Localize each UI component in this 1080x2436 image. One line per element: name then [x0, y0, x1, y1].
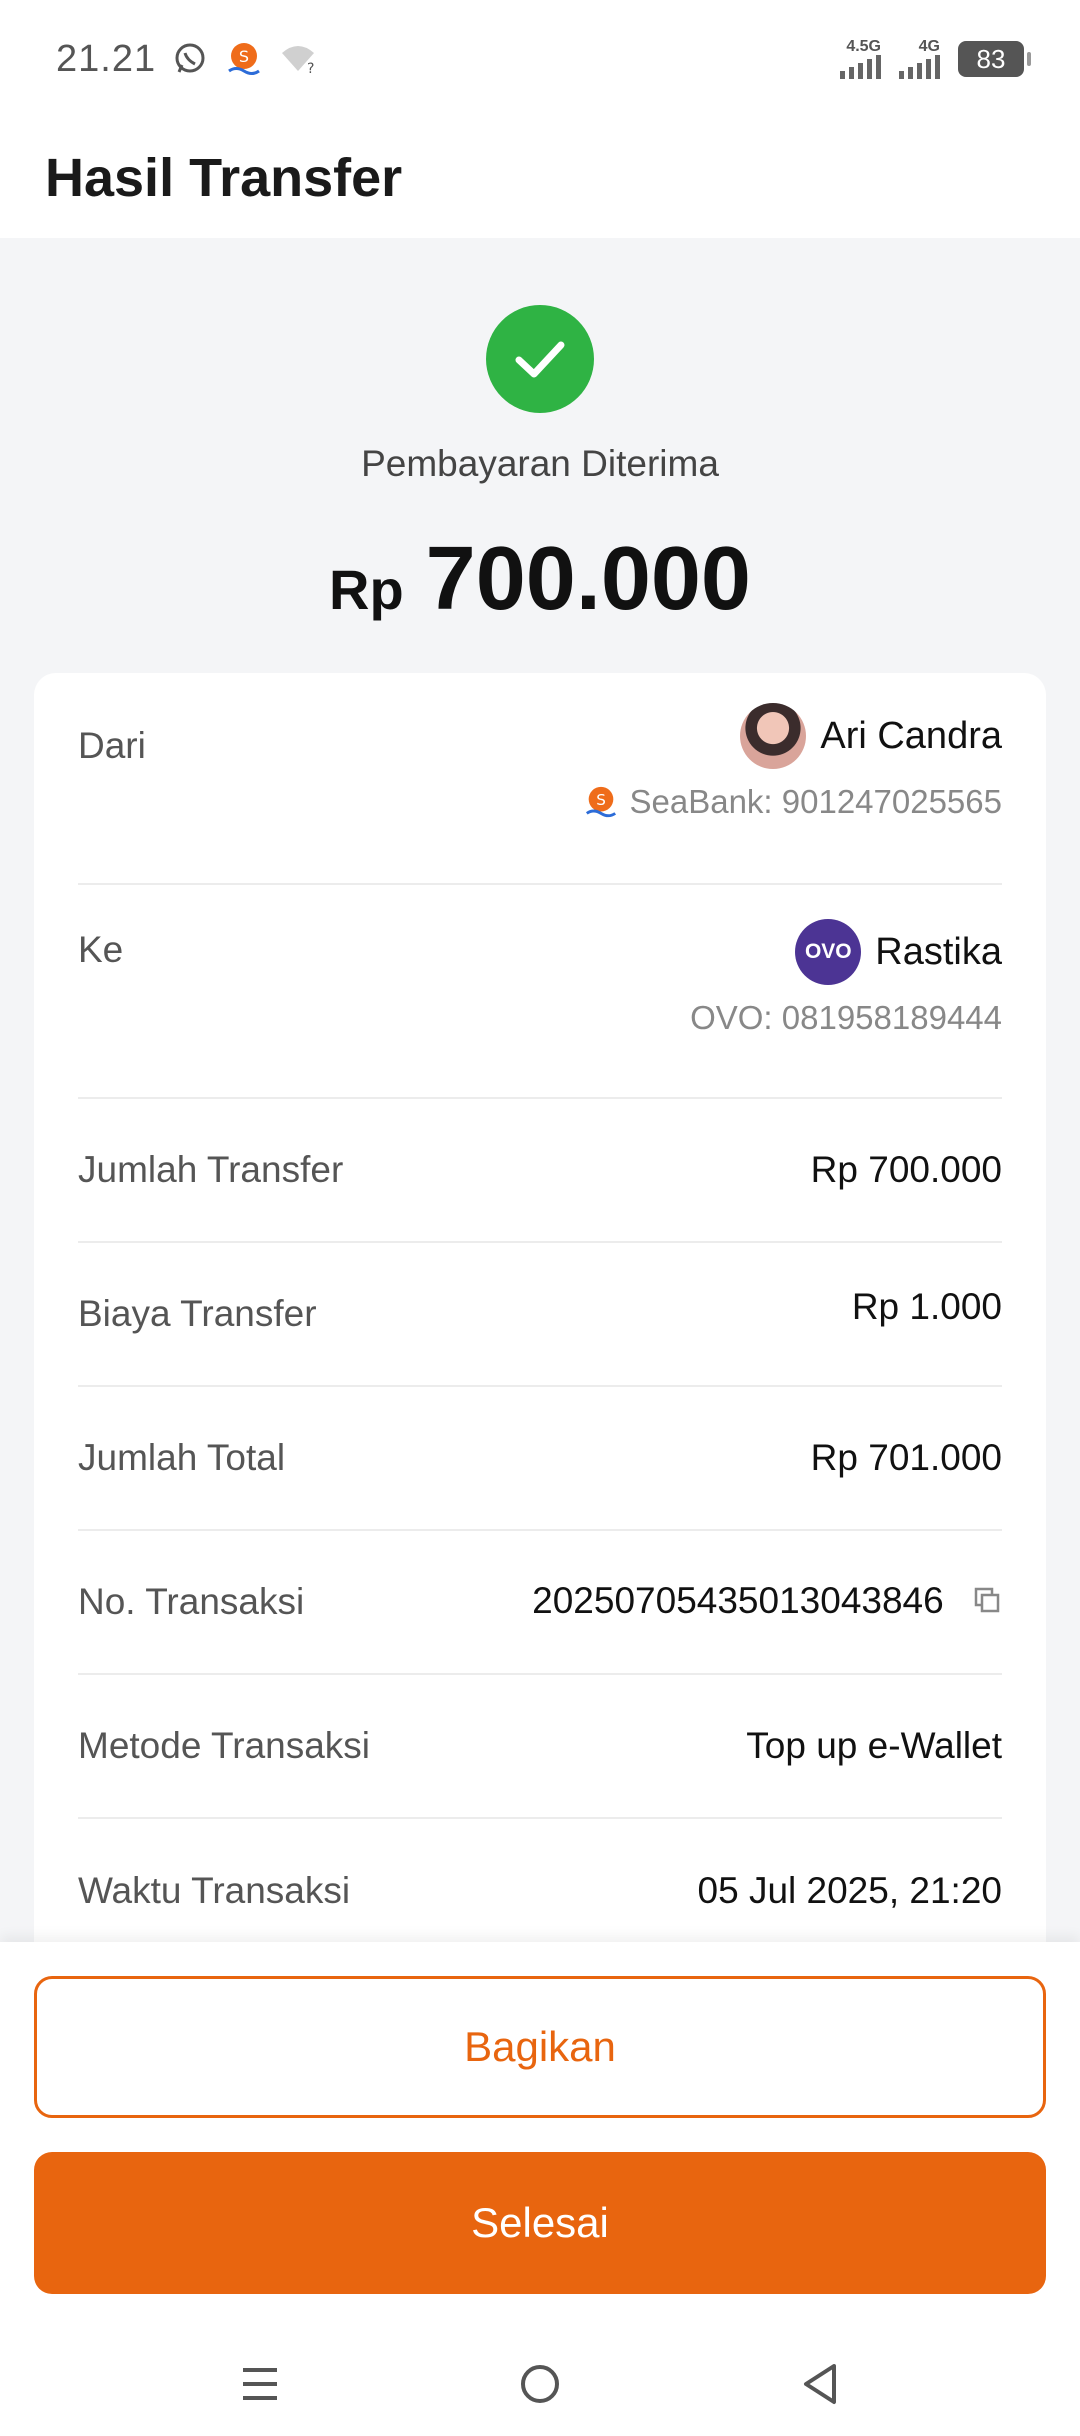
transaction-details-card: Dari Ari Candra S SeaBank: 901247025565 …	[34, 673, 1046, 1963]
battery-level: 83	[976, 43, 1006, 74]
row-transfer-amount: Jumlah Transfer Rp 700.000	[78, 1099, 1002, 1243]
from-name-line: Ari Candra	[740, 703, 1002, 769]
total-amount-label: Jumlah Total	[78, 1437, 286, 1478]
app-bar: Hasil Transfer	[0, 118, 1080, 238]
to-party: OVO Rastika OVO: 081958189444	[690, 919, 1002, 1097]
bottom-action-panel: Bagikan Selesai	[0, 1942, 1080, 2436]
transaction-number-label: No. Transaksi	[78, 1581, 305, 1622]
payment-amount: Rp 700.000	[0, 528, 1080, 631]
recipient-account-line: OVO: 081958189444	[690, 999, 1002, 1037]
seabank-icon: S	[586, 786, 617, 818]
to-name-line: OVO Rastika	[795, 919, 1002, 985]
amount-value: 700.000	[425, 529, 751, 629]
sender-account-line: S SeaBank: 901247025565	[583, 783, 1002, 821]
payment-summary: Pembayaran Diterima Rp 700.000	[0, 238, 1080, 668]
copy-icon[interactable]	[972, 1582, 1002, 1624]
done-button[interactable]: Selesai	[34, 2152, 1046, 2294]
transfer-fee-value: Rp 1.000	[851, 1286, 1002, 1327]
seabank-icon: S	[224, 39, 264, 79]
transfer-fee-label: Biaya Transfer	[78, 1293, 317, 1334]
transfer-amount-value: Rp 700.000	[810, 1149, 1002, 1190]
total-amount-value: Rp 701.000	[810, 1437, 1002, 1478]
back-icon[interactable]	[780, 2344, 860, 2424]
svg-text:?: ?	[307, 61, 314, 77]
signal-bars-icon	[840, 55, 881, 79]
row-transaction-number: No. Transaksi 20250705435013043846	[78, 1531, 1002, 1675]
payment-status: Pembayaran Diterima	[361, 443, 719, 484]
sender-account: SeaBank: 901247025565	[629, 783, 1002, 820]
recipient-name: Rastika	[875, 930, 1002, 973]
home-icon[interactable]	[500, 2344, 580, 2424]
row-from: Dari Ari Candra S SeaBank: 901247025565	[78, 703, 1002, 885]
share-button[interactable]: Bagikan	[34, 1976, 1046, 2118]
transaction-method-label: Metode Transaksi	[78, 1725, 371, 1766]
row-total-amount: Jumlah Total Rp 701.000	[78, 1387, 1002, 1531]
transaction-method-value: Top up e-Wallet	[746, 1725, 1002, 1766]
row-to: Ke OVO Rastika OVO: 081958189444	[78, 885, 1002, 1099]
network-label-2: 4G	[918, 38, 940, 55]
status-bar: 21.21 S ? 4.5G 4G 83	[0, 0, 1080, 118]
whatsapp-icon	[170, 39, 210, 79]
ovo-logo-icon: OVO	[795, 919, 862, 985]
transaction-time-label: Waktu Transaksi	[78, 1870, 351, 1911]
row-transfer-fee: Biaya Transfer Rp 1.000	[78, 1243, 1002, 1387]
network-label-1: 4.5G	[846, 38, 881, 55]
row-transaction-method: Metode Transaksi Top up e-Wallet	[78, 1675, 1002, 1819]
signal-bars-icon	[899, 55, 940, 79]
signal-4-5g: 4.5G	[840, 39, 881, 79]
from-label: Dari	[78, 725, 146, 766]
avatar	[740, 703, 807, 769]
svg-text:S: S	[597, 791, 607, 809]
status-time: 21.21	[56, 37, 157, 80]
signal-4g: 4G	[899, 39, 940, 79]
sender-name: Ari Candra	[820, 714, 1002, 757]
status-right: 4.5G 4G 83	[840, 39, 1031, 79]
recipient-account: OVO: 081958189444	[690, 999, 1002, 1036]
page-title: Hasil Transfer	[45, 148, 403, 208]
transaction-number-value: 20250705435013043846	[532, 1579, 944, 1621]
status-left: 21.21 S ?	[56, 38, 318, 81]
battery-indicator: 83	[958, 41, 1031, 77]
transaction-number: 20250705435013043846	[532, 1580, 1002, 1624]
svg-text:S: S	[239, 47, 249, 66]
wifi-unknown-icon: ?	[278, 39, 318, 79]
transfer-amount-label: Jumlah Transfer	[78, 1149, 344, 1190]
menu-icon[interactable]	[220, 2344, 300, 2424]
to-label: Ke	[78, 929, 124, 970]
transaction-time-value: 05 Jul 2025, 21:20	[697, 1870, 1002, 1911]
success-check-icon	[486, 305, 594, 413]
from-party: Ari Candra S SeaBank: 901247025565	[583, 703, 1002, 883]
amount-currency: Rp	[329, 558, 404, 621]
system-navigation-bar	[0, 2332, 1080, 2436]
